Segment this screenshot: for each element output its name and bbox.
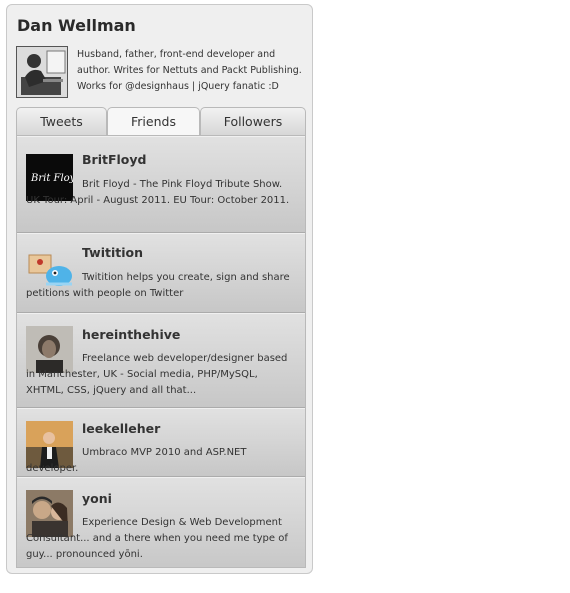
friend-description: Experience Design & Web Development Cons…: [26, 517, 288, 560]
profile-avatar-photo: [17, 47, 67, 97]
friend-name[interactable]: Twitition: [82, 245, 143, 260]
friend-name[interactable]: hereinthehive: [82, 327, 180, 342]
friend-item-britfloyd[interactable]: Brit Floyd BritFloyd Brit Floyd - The Pi…: [17, 136, 305, 233]
friend-item-leekelleher[interactable]: leekelleher Umbraco MVP 2010 and ASP.NET…: [17, 408, 305, 477]
friend-item-hereinthehive[interactable]: hereinthehive Freelance web developer/de…: [17, 313, 305, 408]
profile-avatar[interactable]: [16, 46, 68, 98]
friend-name[interactable]: BritFloyd: [82, 152, 146, 167]
tab-tweets[interactable]: Tweets: [16, 107, 107, 136]
friend-description: Twitition helps you create, sign and sha…: [26, 272, 290, 299]
friend-name[interactable]: leekelleher: [82, 421, 160, 436]
tab-followers[interactable]: Followers: [200, 107, 306, 136]
friend-item-twitition[interactable]: Twitition Twitition helps you create, si…: [17, 233, 305, 313]
friend-description: Brit Floyd - The Pink Floyd Tribute Show…: [26, 179, 290, 206]
profile-name[interactable]: Dan Wellman: [17, 16, 136, 35]
friend-description: Freelance web developer/designer based i…: [26, 353, 288, 396]
friend-item-yoni[interactable]: yoni Experience Design & Web Development…: [17, 477, 305, 567]
friend-name[interactable]: yoni: [82, 491, 112, 506]
tab-friends[interactable]: Friends: [107, 107, 200, 137]
profile-bio: Husband, father, front-end developer and…: [77, 49, 302, 92]
twitter-profile-widget: Dan Wellman Husband, father, front-end d…: [6, 4, 313, 574]
friend-description: Umbraco MVP 2010 and ASP.NET developer.: [26, 447, 247, 474]
friends-panel: Brit Floyd BritFloyd Brit Floyd - The Pi…: [16, 135, 306, 568]
tab-bar: Tweets Friends Followers: [16, 107, 306, 137]
